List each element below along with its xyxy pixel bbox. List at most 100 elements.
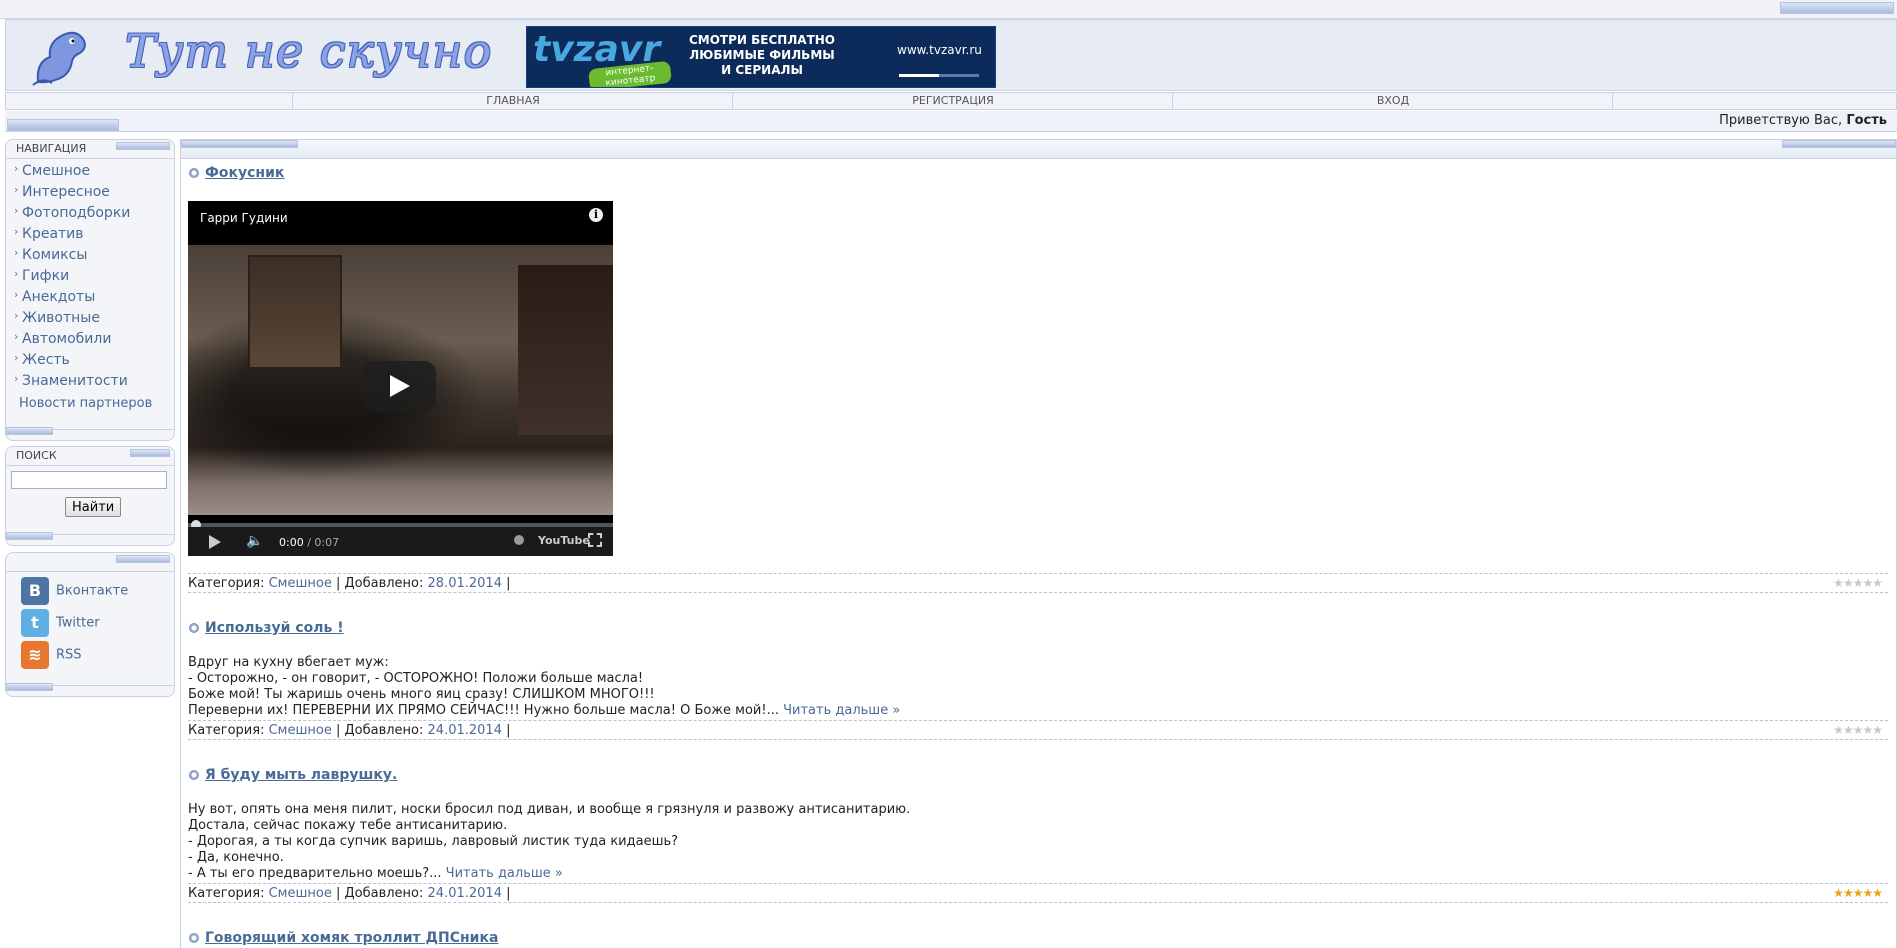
partners-news-link[interactable]: Новости партнеров (6, 396, 174, 411)
post-meta: Категория: Смешное | Добавлено: 24.01.20… (188, 883, 1888, 903)
search-title: Поиск (6, 447, 174, 466)
nav-item-funny[interactable]: Смешное (6, 158, 174, 182)
control-play-icon[interactable] (209, 535, 221, 549)
nav-item-interesting[interactable]: Интересное (6, 179, 174, 203)
play-icon[interactable] (362, 361, 436, 411)
star-icon[interactable]: ★ (1872, 576, 1883, 590)
ad-slogan: СМОТРИ БЕСПЛАТНО ЛЮБИМЫЕ ФИЛЬМЫ И СЕРИАЛ… (688, 33, 836, 77)
category-link[interactable]: Смешное (269, 576, 332, 591)
social-rss-label: RSS (56, 647, 82, 663)
date-link[interactable]: 28.01.2014 (428, 576, 502, 591)
star-icon[interactable]: ★ (1833, 723, 1844, 737)
menu-item-home[interactable]: Главная (292, 93, 733, 109)
info-icon[interactable]: i (589, 208, 603, 222)
nav-item-hardcore[interactable]: Жесть (6, 347, 174, 371)
nav-list: Смешное Интересное Фотоподборки Креатив … (6, 158, 174, 411)
ad-progress-fill (899, 74, 939, 77)
star-icon[interactable]: ★ (1843, 886, 1854, 900)
star-icon[interactable]: ★ (1872, 886, 1883, 900)
ad-url: www.tvzavr.ru (897, 43, 982, 57)
top-strip (0, 0, 1897, 19)
fullscreen-icon[interactable] (588, 533, 602, 547)
nav-item-cars[interactable]: Автомобили (6, 326, 174, 350)
logo-text[interactable]: Тут не скучно (125, 24, 492, 78)
video-scene-window (248, 255, 342, 369)
date-link[interactable]: 24.01.2014 (428, 723, 502, 738)
post-title-magician[interactable]: Фокусник (205, 165, 284, 181)
dino-logo-icon[interactable] (28, 27, 98, 87)
rss-icon: ≋ (21, 641, 49, 669)
category-label: Категория: (188, 886, 265, 901)
search-head-tab (130, 449, 170, 457)
twitter-icon: t (21, 609, 49, 637)
navigation-block-foot (6, 427, 174, 440)
nav-item-jokes[interactable]: Анекдоты (6, 284, 174, 308)
date-link[interactable]: 24.01.2014 (428, 886, 502, 901)
star-icon[interactable]: ★ (1833, 576, 1844, 590)
top-strip-tab (1780, 2, 1894, 14)
social-rss-link[interactable]: ≋ RSS (21, 641, 82, 669)
rating-stars[interactable]: ★★★★★ (1833, 576, 1883, 590)
nav-item-creative[interactable]: Креатив (6, 221, 174, 245)
post-meta: Категория: Смешное | Добавлено: 24.01.20… (188, 720, 1888, 740)
video-time-current: 0:00 (279, 536, 304, 549)
video-player[interactable]: Гарри Гудини i 🔈 0:00 / 0:07 YouTube (188, 201, 613, 556)
meta-tail: | (506, 886, 511, 901)
navigation-head-tab (116, 142, 170, 150)
post-text: Ну вот, опять она меня пилит, носки брос… (188, 802, 910, 882)
vk-icon: B (21, 577, 49, 605)
post-title-use-salt[interactable]: Используй соль ! (205, 620, 344, 636)
post-bullet-icon (189, 623, 199, 633)
rating-stars[interactable]: ★★★★★ (1833, 723, 1883, 737)
social-vk-link[interactable]: B Вконтакте (21, 577, 128, 605)
nav-item-gifs[interactable]: Гифки (6, 263, 174, 287)
tvzavr-ad-banner[interactable]: tvzavr интернет-кинотеатр СМОТРИ БЕСПЛАТ… (526, 26, 996, 88)
social-head (6, 553, 174, 572)
welcome-text: Приветствую Вас, Гость (1719, 113, 1887, 128)
search-button[interactable]: Найти (65, 497, 121, 517)
welcome-row-tab (7, 119, 119, 131)
social-twitter-link[interactable]: t Twitter (21, 609, 100, 637)
menu-item-empty (1612, 93, 1893, 109)
volume-icon[interactable]: 🔈 (246, 533, 263, 549)
video-frame[interactable] (188, 245, 613, 515)
social-head-tab (116, 555, 170, 563)
star-icon[interactable]: ★ (1862, 723, 1873, 737)
post-bullet-icon (189, 770, 199, 780)
read-more-link[interactable]: Читать дальше » (446, 866, 563, 881)
post-title-hamster[interactable]: Говорящий хомяк троллит ДПСника (205, 930, 498, 946)
read-more-link[interactable]: Читать дальше » (783, 703, 900, 718)
video-scene-shelf (518, 265, 613, 435)
star-icon[interactable]: ★ (1862, 886, 1873, 900)
category-link[interactable]: Смешное (269, 886, 332, 901)
search-input[interactable] (11, 471, 167, 489)
main-head-right-tab (1782, 140, 1896, 148)
nav-item-comics[interactable]: Комиксы (6, 242, 174, 266)
social-block: B Вконтакте t Twitter ≋ RSS (5, 552, 175, 697)
star-icon[interactable]: ★ (1853, 723, 1864, 737)
navigation-block: Навигация Смешное Интересное Фотоподборк… (5, 139, 175, 441)
added-label: | Добавлено: (335, 886, 424, 901)
main-head-left-tab (181, 140, 298, 148)
rating-stars[interactable]: ★★★★★ (1833, 886, 1883, 900)
category-label: Категория: (188, 723, 265, 738)
settings-icon[interactable] (514, 535, 524, 545)
category-link[interactable]: Смешное (269, 723, 332, 738)
star-icon[interactable]: ★ (1872, 723, 1883, 737)
nav-item-photos[interactable]: Фотоподборки (6, 200, 174, 224)
video-title[interactable]: Гарри Гудини (200, 211, 288, 225)
star-icon[interactable]: ★ (1862, 576, 1873, 590)
star-icon[interactable]: ★ (1853, 576, 1864, 590)
nav-item-celebrities[interactable]: Знаменитости (6, 368, 174, 392)
star-icon[interactable]: ★ (1833, 886, 1844, 900)
youtube-logo-icon[interactable]: YouTube (538, 534, 590, 547)
added-label: | Добавлено: (335, 576, 424, 591)
star-icon[interactable]: ★ (1843, 576, 1854, 590)
navigation-foot-tab (6, 427, 53, 435)
menu-item-login[interactable]: Вход (1172, 93, 1613, 109)
star-icon[interactable]: ★ (1843, 723, 1854, 737)
post-title-bay-leaf[interactable]: Я буду мыть лаврушку. (205, 767, 397, 783)
menu-item-register[interactable]: Регистрация (732, 93, 1173, 109)
star-icon[interactable]: ★ (1853, 886, 1864, 900)
nav-item-animals[interactable]: Животные (6, 305, 174, 329)
